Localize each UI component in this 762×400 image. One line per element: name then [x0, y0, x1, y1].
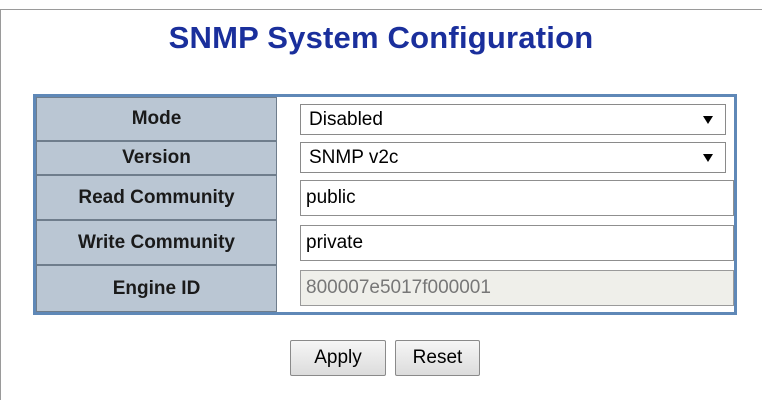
mode-label: Mode: [36, 97, 277, 141]
chevron-down-icon: [703, 115, 713, 124]
mode-selected-value: Disabled: [309, 108, 383, 130]
write-community-input[interactable]: private: [300, 225, 734, 261]
version-select[interactable]: SNMP v2c: [300, 142, 726, 173]
write-community-label: Write Community: [36, 220, 277, 265]
write-community-row: Write Community private: [36, 220, 734, 265]
frame-top-border: [0, 9, 762, 10]
snmp-config-table: Mode Disabled Version SNMP v2c Read Comm…: [33, 94, 737, 315]
chevron-down-icon: [703, 153, 713, 162]
mode-select[interactable]: Disabled: [300, 104, 726, 135]
version-row: Version SNMP v2c: [36, 141, 734, 175]
frame-left-border: [0, 9, 1, 400]
version-selected-value: SNMP v2c: [309, 146, 399, 168]
snmp-system-configuration-page: SNMP System Configuration Mode Disabled …: [0, 0, 762, 400]
page-title: SNMP System Configuration: [168, 20, 594, 55]
read-community-label: Read Community: [36, 175, 277, 220]
version-label: Version: [36, 141, 277, 175]
engine-id-label: Engine ID: [36, 265, 277, 312]
reset-button[interactable]: Reset: [395, 340, 480, 376]
engine-id-row: Engine ID 800007e5017f000001: [36, 265, 734, 312]
apply-button[interactable]: Apply: [290, 340, 386, 376]
read-community-input[interactable]: public: [300, 180, 734, 216]
mode-row: Mode Disabled: [36, 97, 734, 141]
read-community-row: Read Community public: [36, 175, 734, 220]
engine-id-field: 800007e5017f000001: [300, 270, 734, 306]
